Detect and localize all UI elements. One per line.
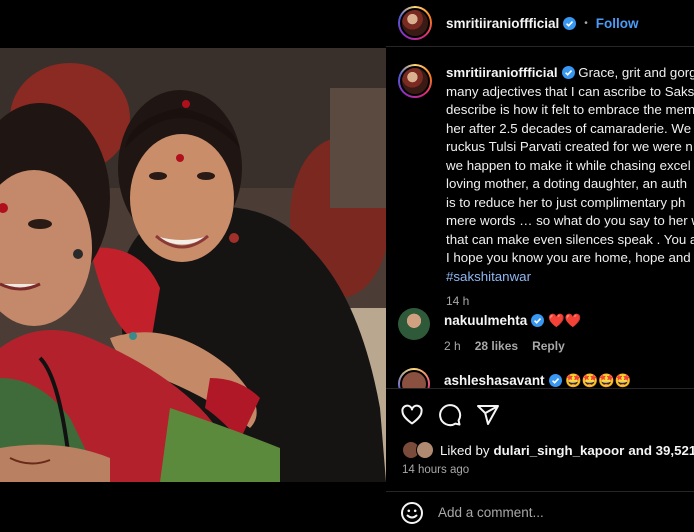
comment-time: 2 h [444,339,461,353]
author-avatar[interactable] [398,6,432,40]
caption-line: is to reduce her to just complimentary p… [446,194,686,210]
caption-line: that can make even silences speak . You … [446,231,694,247]
caption-line: many adjectives that I can ascribe to Sa… [446,83,694,99]
liker-avatar[interactable] [416,441,434,459]
comment-icon[interactable] [438,403,462,427]
liked-by: Liked by dulari_singh_kapoor and 39,521 [402,441,694,459]
commenter-avatar[interactable] [398,308,430,340]
action-icons [400,403,500,427]
post-side-panel: smritiiranioffficial • Follow smritiiran… [386,0,694,532]
follow-button[interactable]: Follow [596,16,639,31]
verified-badge-icon [561,66,575,79]
liked-by-prefix: Liked by [440,442,490,458]
likes-count[interactable]: and 39,521 [628,443,694,458]
post-header: smritiiranioffficial • Follow [386,0,694,47]
caption-line: Grace, grit and gorge [578,65,694,80]
caption-line: loving mother, a doting daughter, an aut… [446,176,687,191]
commenter-avatar[interactable] [398,368,430,388]
emoji-icon[interactable] [400,501,424,525]
caption-line: her after 2.5 decades of camaraderie. We [446,120,692,136]
caption-timestamp: 14 h [446,294,470,308]
caption-line: describe is how it felt to embrace the m… [446,102,694,117]
share-icon[interactable] [476,403,500,427]
caption-author-username[interactable]: smritiiranioffficial [446,65,558,80]
caption-text: smritiiranioffficial Grace, grit and gor… [446,64,694,286]
comment-item: ashleshasavant 🤩🤩🤩🤩 [398,368,632,388]
photo-illustration [0,48,386,482]
separator-dot: • [584,17,588,29]
post-actions: Liked by dulari_singh_kapoor and 39,521 … [386,388,694,532]
comment-item: nakuulmehta ❤️❤️ 2 h 28 likes Reply [398,308,581,353]
comment-text: 🤩🤩🤩🤩 [565,373,632,388]
verified-badge-icon [548,374,562,387]
comments-scroll[interactable]: smritiiranioffficial Grace, grit and gor… [386,48,694,388]
commenter-username[interactable]: ashleshasavant [444,373,545,388]
caption-line: we happen to make it while chasing excel [446,157,691,173]
post-caption: smritiiranioffficial Grace, grit and gor… [398,64,694,308]
post-media [0,0,386,532]
hashtag-link[interactable]: #sakshitanwar [446,269,531,284]
caption-line: I hope you know you are home, hope and [446,250,691,265]
liked-by-user[interactable]: dulari_singh_kapoor [494,443,625,458]
comment-text: ❤️❤️ [547,313,582,328]
verified-badge-icon [563,16,577,30]
add-comment-input[interactable] [438,505,678,520]
caption-line: mere words … so what do you say to her w [446,213,694,228]
comment-likes[interactable]: 28 likes [475,339,518,353]
caption-line: ruckus Tulsi Parvati created for we were… [446,139,693,154]
comment-reply-button[interactable]: Reply [532,339,565,353]
post-photo[interactable] [0,48,386,482]
commenter-username[interactable]: nakuulmehta [444,313,527,328]
caption-author-avatar[interactable] [398,64,432,98]
add-comment-bar [386,491,694,532]
verified-badge-icon [531,314,545,327]
author-username[interactable]: smritiiranioffficial [446,16,559,31]
heart-icon[interactable] [400,403,424,427]
post-time-ago: 14 hours ago [402,464,470,476]
